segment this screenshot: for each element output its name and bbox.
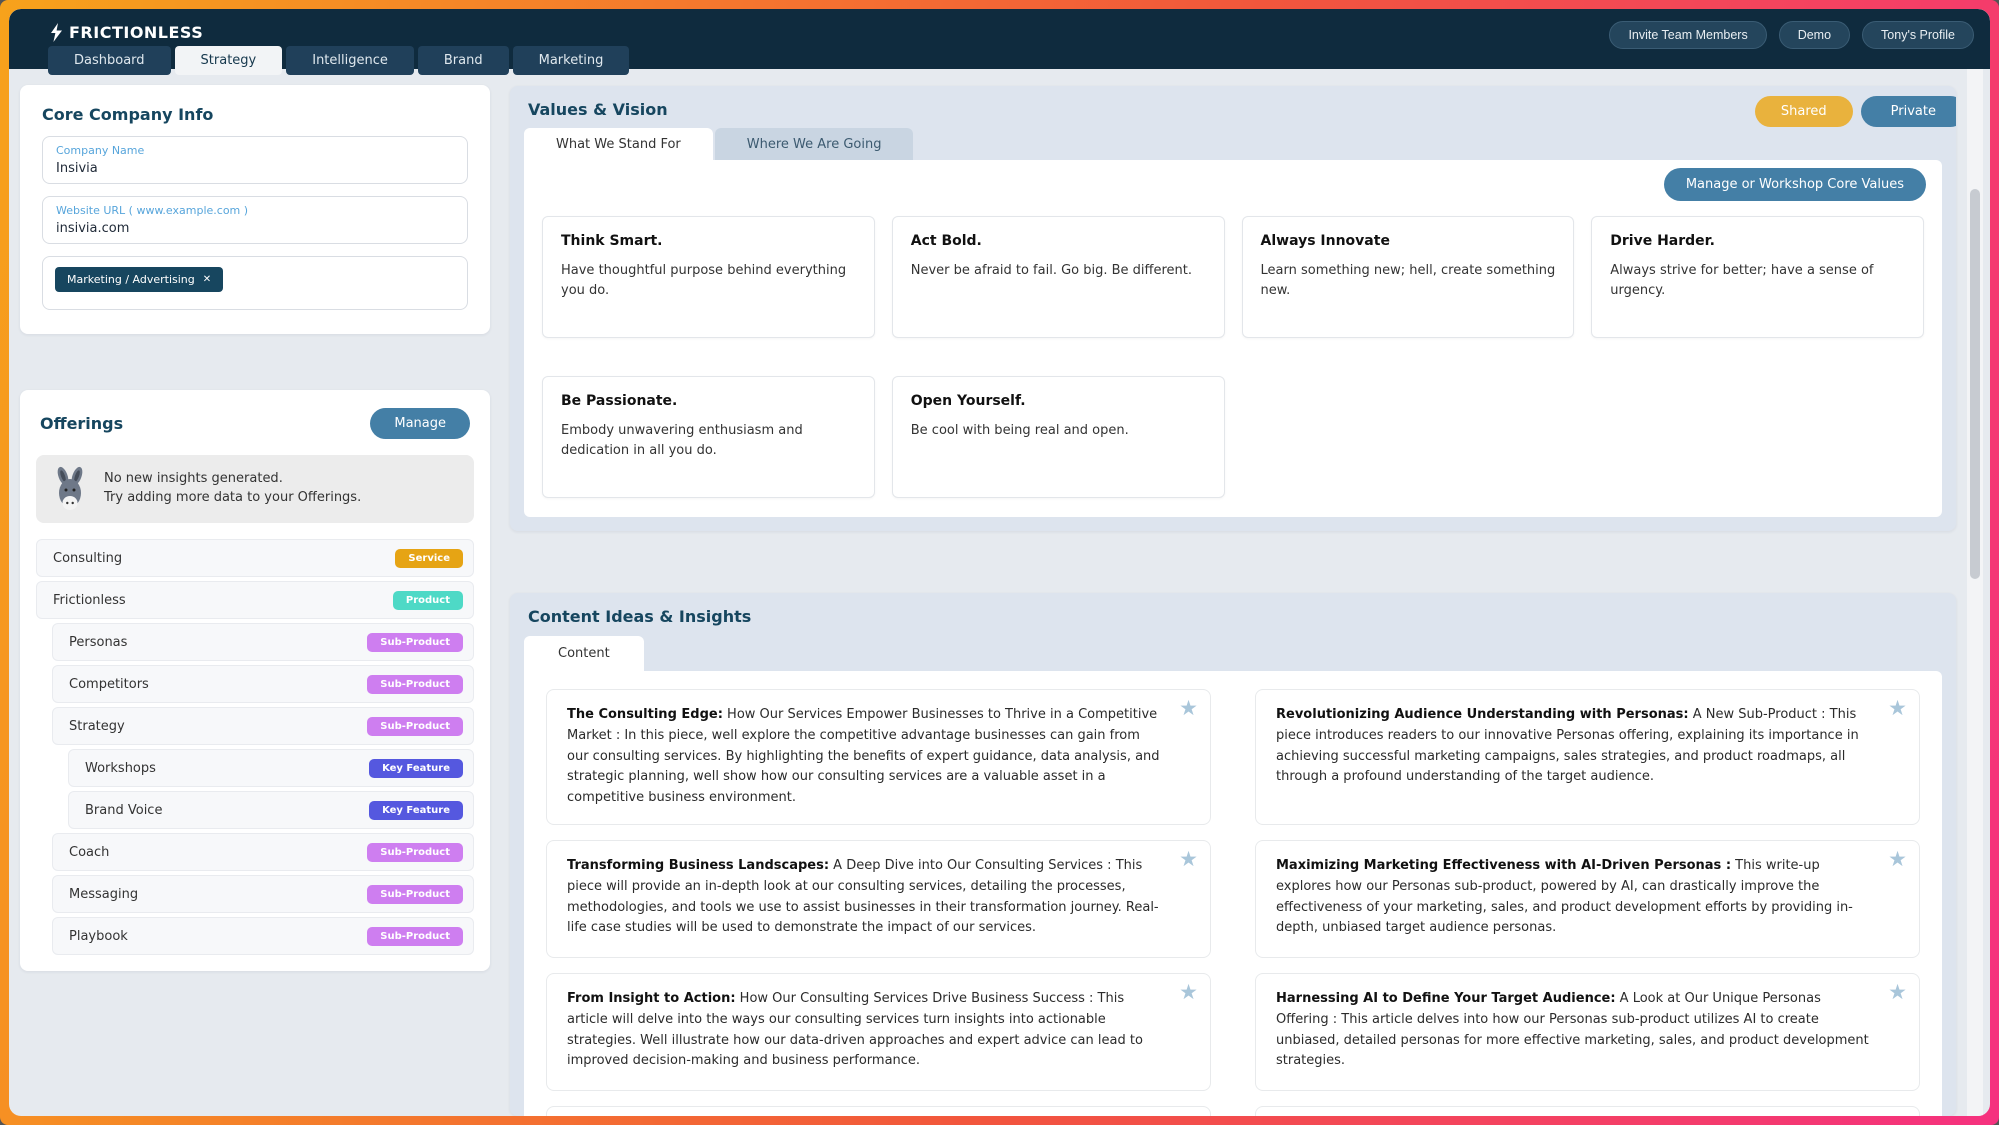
remove-tag-icon[interactable]: ✕ [203, 274, 211, 285]
page-gradient-frame: FRICTIONLESS Invite Team Members Demo To… [0, 0, 1999, 1125]
key-feature-badge: Key Feature [369, 801, 463, 820]
nav-tab-intelligence[interactable]: Intelligence [286, 46, 414, 75]
value-card[interactable]: Always Innovate Learn something new; hel… [1242, 216, 1575, 338]
value-card[interactable]: Drive Harder. Always strive for better; … [1591, 216, 1924, 338]
demo-button[interactable]: Demo [1779, 21, 1850, 49]
scrollbar-track[interactable] [1967, 69, 1983, 1116]
sub-product-badge: Sub-Product [367, 885, 463, 904]
favorite-star-icon[interactable]: ★ [1888, 698, 1907, 719]
service-badge: Service [395, 549, 463, 568]
favorite-star-icon[interactable]: ★ [1179, 1115, 1198, 1116]
insight-line-2: Try adding more data to your Offerings. [104, 489, 361, 508]
donkey-mascot-icon [50, 465, 90, 513]
website-url-input[interactable] [56, 219, 454, 236]
offering-row-strategy[interactable]: Strategy Sub-Product [52, 707, 474, 745]
sub-product-badge: Sub-Product [367, 843, 463, 862]
favorite-star-icon[interactable]: ★ [1888, 849, 1907, 870]
values-vision-tabs: What We Stand For Where We Are Going [524, 128, 913, 161]
insights-empty-state: No new insights generated. Try adding mo… [36, 455, 474, 523]
favorite-star-icon[interactable]: ★ [1179, 698, 1198, 719]
offering-row-consulting[interactable]: Consulting Service [36, 539, 474, 577]
offerings-list: Consulting Service Frictionless Product … [36, 539, 474, 955]
offering-row-coach[interactable]: Coach Sub-Product [52, 833, 474, 871]
content-tab-body: ★ The Consulting Edge: How Our Services … [524, 671, 1942, 1116]
website-url-field[interactable]: Website URL ( www.example.com ) [42, 196, 468, 244]
tab-what-we-stand-for[interactable]: What We Stand For [524, 128, 713, 161]
sub-product-badge: Sub-Product [367, 717, 463, 736]
nav-tab-brand[interactable]: Brand [418, 46, 509, 75]
content-idea-card[interactable]: ★ Transforming Business Landscapes: A De… [546, 840, 1211, 958]
tab-content[interactable]: Content [524, 636, 644, 671]
content-idea-card[interactable]: ★ Revolutionizing Audience Understanding… [1255, 689, 1920, 825]
website-url-label: Website URL ( www.example.com ) [56, 204, 454, 217]
content-idea-card[interactable]: ★ The Role of Personas in Shaping Future… [1255, 1106, 1920, 1116]
content-ideas-title: Content Ideas & Insights [528, 607, 751, 626]
industry-tag-label: Marketing / Advertising [67, 273, 195, 286]
manage-offerings-button[interactable]: Manage [370, 408, 470, 439]
offering-row-brand-voice[interactable]: Brand Voice Key Feature [68, 791, 474, 829]
content-idea-card[interactable]: ★ Maximizing Marketing Effectiveness wit… [1255, 840, 1920, 958]
content-idea-card[interactable]: ★ Unleashing Business Potential: The Pow… [546, 1106, 1211, 1116]
offering-row-competitors[interactable]: Competitors Sub-Product [52, 665, 474, 703]
value-card[interactable]: Think Smart. Have thoughtful purpose beh… [542, 216, 875, 338]
header-actions: Invite Team Members Demo Tony's Profile [1609, 21, 1974, 49]
values-vision-panel: Values & Vision Shared Private What We S… [510, 86, 1956, 531]
key-feature-badge: Key Feature [369, 759, 463, 778]
offering-row-playbook[interactable]: Playbook Sub-Product [52, 917, 474, 955]
shared-toggle-button[interactable]: Shared [1755, 96, 1853, 127]
profile-button[interactable]: Tony's Profile [1862, 21, 1974, 49]
nav-tab-strategy[interactable]: Strategy [175, 46, 283, 75]
nav-tab-dashboard[interactable]: Dashboard [48, 46, 171, 75]
content-cards-grid: ★ The Consulting Edge: How Our Services … [546, 689, 1920, 1116]
sub-product-badge: Sub-Product [367, 633, 463, 652]
sub-product-badge: Sub-Product [367, 675, 463, 694]
insight-line-1: No new insights generated. [104, 470, 361, 489]
offerings-title: Offerings [40, 414, 123, 433]
offering-row-personas[interactable]: Personas Sub-Product [52, 623, 474, 661]
offering-row-workshops[interactable]: Workshops Key Feature [68, 749, 474, 787]
content-ideas-panel: Content Ideas & Insights Content ★ The C… [510, 593, 1956, 1116]
scrollbar-thumb[interactable] [1970, 189, 1980, 579]
product-badge: Product [393, 591, 463, 610]
favorite-star-icon[interactable]: ★ [1179, 849, 1198, 870]
content-idea-card[interactable]: ★ The Consulting Edge: How Our Services … [546, 689, 1211, 825]
industry-tags-field[interactable]: Marketing / Advertising ✕ [42, 256, 468, 310]
offering-row-frictionless[interactable]: Frictionless Product [36, 581, 474, 619]
manage-core-values-button[interactable]: Manage or Workshop Core Values [1664, 168, 1926, 201]
company-name-field[interactable]: Company Name [42, 136, 468, 184]
app-logo: FRICTIONLESS [49, 23, 203, 42]
nav-tab-marketing[interactable]: Marketing [513, 46, 630, 75]
value-card[interactable]: Act Bold. Never be afraid to fail. Go bi… [892, 216, 1225, 338]
private-toggle-button[interactable]: Private [1861, 96, 1956, 127]
favorite-star-icon[interactable]: ★ [1179, 982, 1198, 1003]
favorite-star-icon[interactable]: ★ [1888, 982, 1907, 1003]
industry-tag[interactable]: Marketing / Advertising ✕ [55, 267, 223, 292]
offering-row-messaging[interactable]: Messaging Sub-Product [52, 875, 474, 913]
favorite-star-icon[interactable]: ★ [1888, 1115, 1907, 1116]
core-company-info-panel: Core Company Info Company Name Website U… [20, 85, 490, 334]
core-values-grid: Think Smart. Have thoughtful purpose beh… [542, 216, 1924, 498]
tab-where-we-are-going[interactable]: Where We Are Going [715, 128, 914, 161]
visibility-toggle: Shared Private [1755, 96, 1956, 127]
primary-nav: Dashboard Strategy Intelligence Brand Ma… [48, 46, 629, 75]
content-idea-card[interactable]: ★ Harnessing AI to Define Your Target Au… [1255, 973, 1920, 1091]
company-name-label: Company Name [56, 144, 454, 157]
logo-text: FRICTIONLESS [69, 23, 203, 42]
core-company-info-title: Core Company Info [42, 105, 468, 124]
value-card[interactable]: Open Yourself. Be cool with being real a… [892, 376, 1225, 498]
value-card[interactable]: Be Passionate. Embody unwavering enthusi… [542, 376, 875, 498]
offerings-panel: Offerings Manage No new insight [20, 390, 490, 971]
content-idea-card[interactable]: ★ From Insight to Action: How Our Consul… [546, 973, 1211, 1091]
values-vision-title: Values & Vision [528, 100, 668, 119]
invite-team-members-button[interactable]: Invite Team Members [1609, 21, 1766, 49]
lightning-logo-icon [49, 23, 64, 42]
values-tab-content: Manage or Workshop Core Values Think Sma… [524, 160, 1942, 517]
sub-product-badge: Sub-Product [367, 927, 463, 946]
app-surface: FRICTIONLESS Invite Team Members Demo To… [9, 9, 1990, 1116]
company-name-input[interactable] [56, 159, 454, 176]
